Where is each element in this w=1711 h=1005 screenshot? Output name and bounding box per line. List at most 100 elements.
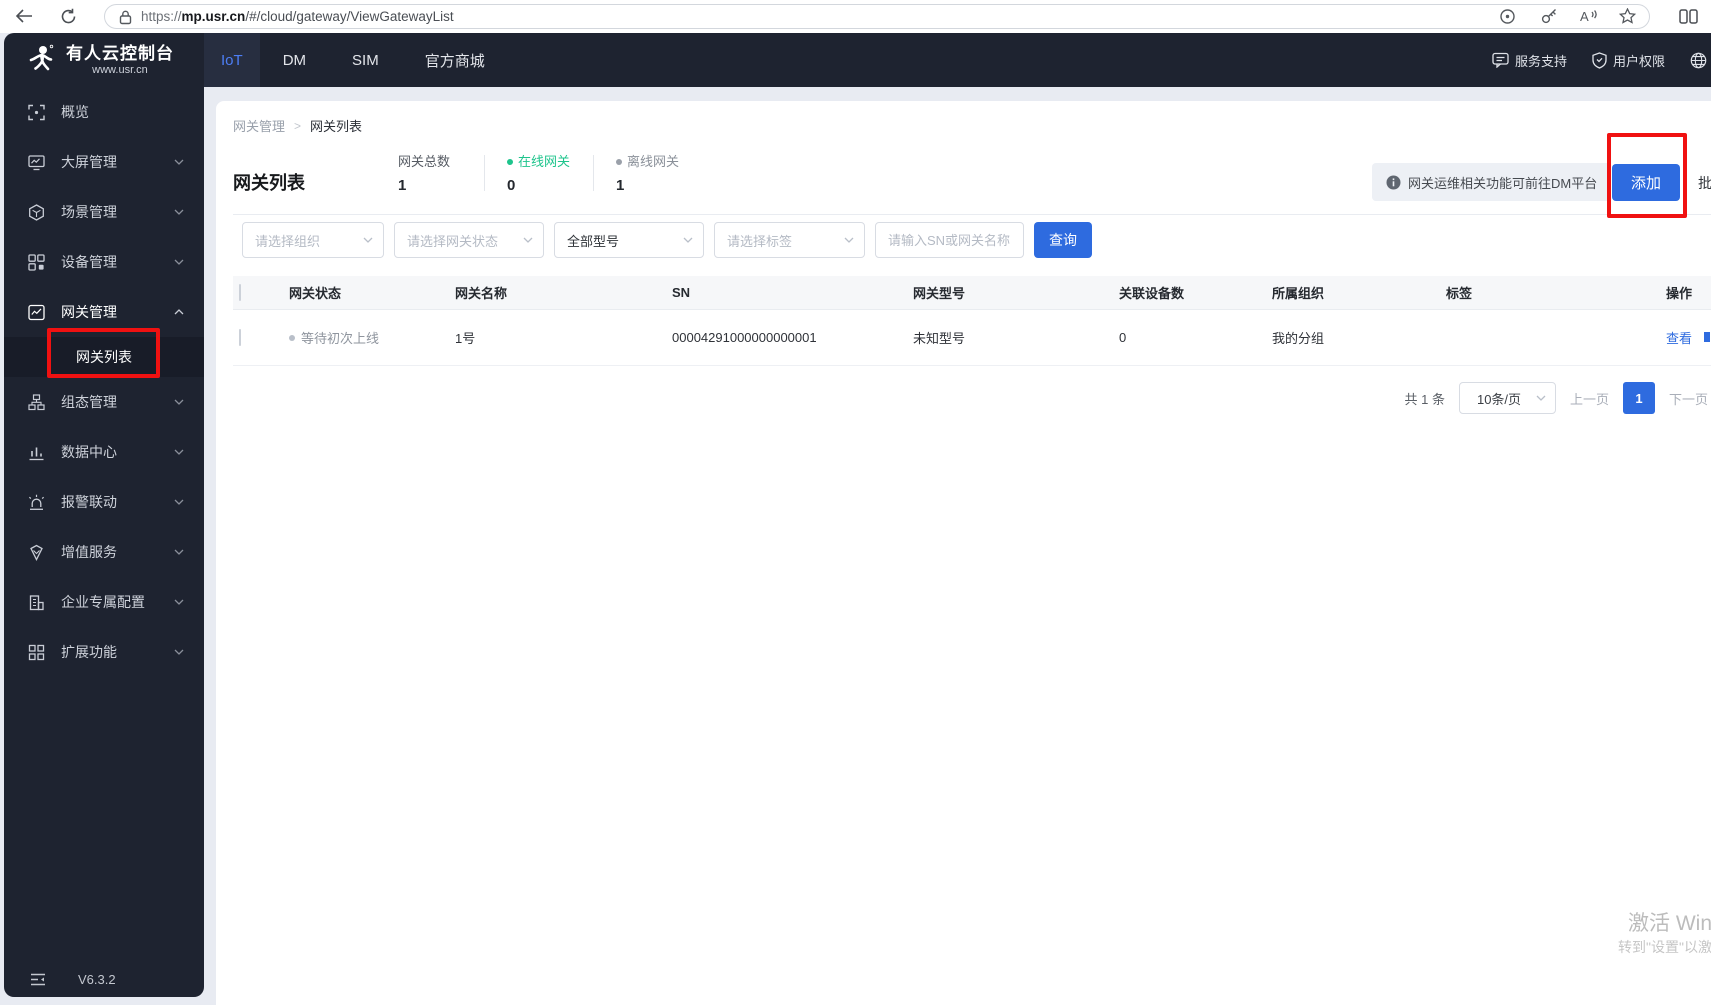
- status-dot: [289, 334, 295, 341]
- sn-search-field[interactable]: [875, 222, 1024, 258]
- gateway-stats: 网关总数 1 在线网关 0 离线网关 1: [398, 153, 680, 194]
- grid-icon: [28, 644, 45, 660]
- table-header-row: 网关状态 网关名称 SN 网关型号 关联设备数 所属组织 标签 操作: [233, 276, 1711, 310]
- row-model: 未知型号: [913, 331, 966, 346]
- add-gateway-button[interactable]: 添加: [1612, 164, 1680, 201]
- batch-import-button[interactable]: 批: [1698, 173, 1711, 193]
- topology-icon: [28, 393, 45, 410]
- chevron-down-icon: [174, 599, 184, 605]
- chevron-down-icon: [683, 237, 693, 243]
- sidebar-item-screen-mgmt[interactable]: 大屏管理: [4, 137, 204, 187]
- clipped-action-link[interactable]: [1704, 328, 1711, 344]
- tab-dm[interactable]: DM: [260, 33, 329, 87]
- sidebar-item-overview[interactable]: 概览: [4, 87, 204, 137]
- breadcrumb: 网关管理 > 网关列表: [233, 116, 362, 135]
- next-page-button[interactable]: 下一页: [1669, 389, 1708, 408]
- org-select[interactable]: 请选择组织: [242, 222, 384, 258]
- sidebar-item-label: 增值服务: [61, 544, 117, 560]
- offline-dot: [616, 159, 622, 165]
- tab-iot[interactable]: IoT: [204, 33, 260, 87]
- col-gateway-status: 网关状态: [289, 286, 342, 301]
- sidebar-item-label: 大屏管理: [61, 154, 117, 170]
- header-divider: [233, 214, 1711, 215]
- nav-tabs: IoT DM SIM 官方商城: [204, 33, 508, 87]
- favorites-star-icon[interactable]: [1615, 4, 1639, 28]
- geolocation-icon[interactable]: [1495, 4, 1519, 28]
- info-icon: [1386, 175, 1401, 189]
- chevron-up-icon: [174, 309, 184, 315]
- row-sn: 00004291000000000001: [672, 330, 817, 345]
- sidebar-item-scene-mgmt[interactable]: 场景管理: [4, 187, 204, 237]
- windows-activation-watermark-line2: 转到"设置"以激活 Windows。: [1618, 939, 1711, 955]
- sidebar-item-enterprise-config[interactable]: 企业专属配置: [4, 577, 204, 627]
- collapse-sidebar-icon[interactable]: [30, 973, 46, 986]
- col-org: 所属组织: [1272, 286, 1325, 301]
- dm-platform-notice: 网关运维相关功能可前往DM平台: [1372, 163, 1612, 201]
- sidebar-item-alarm-linkage[interactable]: 报警联动: [4, 477, 204, 527]
- notice-text: 网关运维相关功能可前往DM平台: [1408, 175, 1598, 191]
- gateway-status-select[interactable]: 请选择网关状态: [394, 222, 544, 258]
- tab-shop[interactable]: 官方商城: [402, 33, 508, 87]
- sidebar-item-label: 数据中心: [61, 444, 117, 460]
- main-content: 网关管理 > 网关列表 网关列表 网关总数 1 在线网关 0 离线网关 1 网关…: [216, 101, 1711, 1005]
- chevron-down-icon: [1536, 395, 1546, 401]
- usr-logo-icon: [29, 44, 54, 71]
- screen-icon: [28, 154, 45, 170]
- col-actions: 操作: [1666, 286, 1693, 301]
- page-size-select[interactable]: 10条/页: [1458, 382, 1556, 414]
- stat-total-value: 1: [398, 177, 407, 194]
- chevron-down-icon: [174, 549, 184, 555]
- back-icon[interactable]: [12, 4, 36, 28]
- user-permission-label: 用户权限: [1613, 53, 1666, 69]
- bar-chart-icon: [29, 447, 44, 460]
- row-name: 1号: [455, 331, 476, 346]
- sidebar-item-gateway-mgmt[interactable]: 网关管理: [4, 287, 204, 337]
- model-select[interactable]: 全部型号: [554, 222, 704, 258]
- sidebar-item-data-center[interactable]: 数据中心: [4, 427, 204, 477]
- gem-icon: [30, 544, 43, 561]
- col-gateway-name: 网关名称: [455, 286, 508, 301]
- sidebar-item-device-mgmt[interactable]: 设备管理: [4, 237, 204, 287]
- globe-icon: [1690, 52, 1707, 68]
- tab-sim[interactable]: SIM: [329, 33, 402, 87]
- prev-page-button[interactable]: 上一页: [1570, 389, 1609, 408]
- split-screen-icon[interactable]: [1676, 4, 1700, 28]
- read-aloud-icon[interactable]: A: [1577, 4, 1601, 28]
- browser-toolbar: https://mp.usr.cn/#/cloud/gateway/ViewGa…: [0, 0, 1711, 33]
- logo[interactable]: 有人云控制台 www.usr.cn: [4, 33, 204, 87]
- sidebar-item-extensions[interactable]: 扩展功能: [4, 627, 204, 677]
- sidebar-subitem-gateway-list[interactable]: 网关列表: [4, 337, 204, 377]
- language-switcher[interactable]: Eng: [1690, 52, 1711, 69]
- view-link[interactable]: 查看: [1666, 328, 1692, 347]
- scene-icon: [29, 203, 44, 221]
- version-label: V6.3.2: [78, 972, 116, 987]
- breadcrumb-parent[interactable]: 网关管理: [233, 116, 285, 135]
- user-permission[interactable]: 用户权限: [1592, 51, 1665, 70]
- sidebar-item-value-added[interactable]: 增值服务: [4, 527, 204, 577]
- password-key-icon[interactable]: [1537, 4, 1561, 28]
- service-support[interactable]: 服务支持: [1492, 51, 1567, 70]
- logo-title: 有人云控制台: [66, 43, 174, 63]
- refresh-icon[interactable]: [56, 4, 80, 28]
- app-window: https://mp.usr.cn/#/cloud/gateway/ViewGa…: [0, 0, 1711, 1005]
- address-bar[interactable]: https://mp.usr.cn/#/cloud/gateway/ViewGa…: [104, 4, 1650, 29]
- sidebar-item-label: 报警联动: [61, 494, 117, 510]
- query-button[interactable]: 查询: [1034, 222, 1092, 258]
- sidebar-item-label: 企业专属配置: [61, 594, 145, 610]
- sidebar-item-config-mgmt[interactable]: 组态管理: [4, 377, 204, 427]
- sn-search-input[interactable]: [888, 232, 1013, 248]
- stat-offline-value: 1: [616, 177, 625, 194]
- sidebar-item-label: 概览: [61, 104, 89, 120]
- col-device-count: 关联设备数: [1119, 286, 1185, 301]
- current-page-button[interactable]: 1: [1622, 382, 1655, 414]
- sidebar: 概览 大屏管理 场景管理 设备管理 网关管理 网关列表 组态管理 数据中心 报警…: [4, 87, 204, 997]
- tag-select[interactable]: 请选择标签: [714, 222, 865, 258]
- stat-total: 网关总数 1: [398, 153, 462, 194]
- select-all-checkbox[interactable]: [239, 284, 241, 301]
- chevron-down-icon: [174, 209, 184, 215]
- lock-icon: [113, 5, 137, 29]
- row-checkbox[interactable]: [239, 329, 241, 346]
- sidebar-item-label: 设备管理: [61, 254, 117, 270]
- chevron-down-icon: [363, 237, 373, 243]
- sidebar-item-label: 组态管理: [61, 394, 117, 410]
